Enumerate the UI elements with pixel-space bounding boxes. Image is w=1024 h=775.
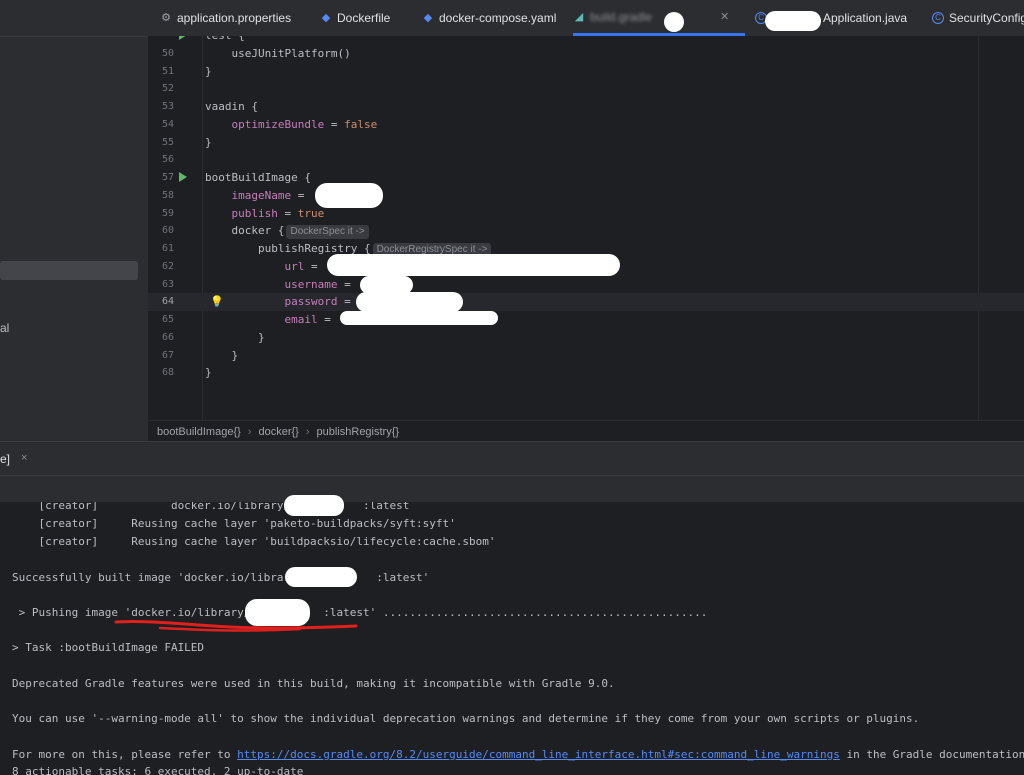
console-line: > Task :bootBuildImage FAILED <box>12 641 205 654</box>
redaction-mark <box>356 292 463 312</box>
redaction-mark <box>765 11 821 31</box>
code-line: 63 username = <box>161 278 358 291</box>
docker-icon: ◆ <box>321 12 331 24</box>
editor-tab-bar: ⚙ application.properties ◆ Dockerfile ◆ … <box>148 0 1024 37</box>
console-line: You can use '--warning-mode all' to show… <box>12 712 920 725</box>
console-line: For more on this, please refer to https:… <box>12 748 1024 761</box>
tab-application-properties[interactable]: ⚙ application.properties <box>160 0 291 36</box>
run-toolbar <box>0 475 1024 503</box>
inlay-hint: DockerSpec it -> <box>286 225 369 239</box>
run-tab-label[interactable]: e] <box>0 452 10 466</box>
redaction-mark <box>285 567 357 587</box>
class-icon: C <box>932 12 944 24</box>
code-line: 57 bootBuildImage { <box>161 171 311 184</box>
tab-build-gradle[interactable]: ◢ build.gradle ✕ <box>573 0 745 36</box>
tab-label: docker-compose.yaml <box>439 11 557 25</box>
run-tool-window-header: e] × <box>0 441 1024 476</box>
console-line: [creator] docker.io/library/ :latest <box>12 502 410 512</box>
redaction-mark <box>327 254 620 276</box>
chevron-right-icon: › <box>247 425 252 438</box>
gradle-docs-link[interactable]: https://docs.gradle.org/8.2/userguide/co… <box>237 748 840 761</box>
tab-dockerfile[interactable]: ◆ Dockerfile <box>320 0 391 36</box>
code-line: 55 } <box>161 136 212 149</box>
code-line: 56 <box>161 154 174 165</box>
console-output[interactable]: [creator] docker.io/library/ :latest [cr… <box>0 502 1024 775</box>
tab-label: application.properties <box>177 11 292 25</box>
code-line-current: 64 💡 password = <box>148 293 1024 311</box>
project-panel-header <box>0 0 148 37</box>
project-tree-selected-row[interactable] <box>0 261 138 280</box>
gradle-icon: ◢ <box>574 10 584 23</box>
redaction-mark <box>664 12 684 32</box>
console-line: Successfully built image 'docker.io/libr… <box>12 571 430 584</box>
code-line: test { <box>148 36 1024 45</box>
run-gutter-icon[interactable] <box>179 172 187 182</box>
console-line: 8 actionable tasks: 6 executed, 2 up-to-… <box>12 765 304 775</box>
tab-label: build.gradle <box>590 9 653 24</box>
gear-icon: ⚙ <box>161 12 171 24</box>
code-line: 50 useJUnitPlatform() <box>161 47 351 60</box>
code-line: 66 } <box>161 331 265 344</box>
code-line: 58 imageName = <box>161 189 311 202</box>
tab-docker-compose[interactable]: ◆ docker-compose.yaml <box>422 0 557 36</box>
breadcrumb-item[interactable]: docker{} <box>258 426 298 438</box>
breadcrumb-item[interactable]: publishRegistry{} <box>317 426 400 438</box>
code-line: 60 docker {DockerSpec it -> <box>148 222 1024 240</box>
redaction-mark <box>284 495 344 516</box>
red-underline-annotation <box>114 620 358 632</box>
code-line: 51 } <box>161 65 212 78</box>
redaction-mark <box>315 183 383 208</box>
docker-icon: ◆ <box>423 12 433 24</box>
run-gutter-icon[interactable] <box>179 36 187 40</box>
code-editor[interactable]: test { 50 useJUnitPlatform() 51 } 52 53 … <box>148 36 1024 420</box>
project-tree-fragment: al <box>0 321 10 335</box>
redaction-mark <box>340 311 498 325</box>
code-line: 65 email = <box>161 313 338 326</box>
code-line: 68 } <box>161 366 212 379</box>
chevron-right-icon: › <box>305 425 310 438</box>
code-line: 52 <box>161 83 174 94</box>
tab-label: Dockerfile <box>337 11 391 25</box>
tab-label: SecurityConfig <box>949 11 1024 25</box>
console-line: Deprecated Gradle features were used in … <box>12 677 615 690</box>
code-line: 53 vaadin { <box>161 100 258 113</box>
close-icon[interactable]: ✕ <box>720 10 729 23</box>
project-panel: al <box>0 0 149 441</box>
code-line: 59 publish = true <box>161 207 325 220</box>
tab-label: Application.java <box>823 11 908 25</box>
console-line: [creator] Reusing cache layer 'buildpack… <box>12 535 496 548</box>
code-line: 67 } <box>161 349 239 362</box>
tab-security-config[interactable]: C SecurityConfig <box>932 0 1024 36</box>
console-line: [creator] Reusing cache layer 'paketo-bu… <box>12 517 456 530</box>
breadcrumb-item[interactable]: bootBuildImage{} <box>157 426 241 438</box>
code-line: 54 optimizeBundle = false <box>161 118 378 131</box>
close-icon[interactable]: × <box>21 452 27 464</box>
breadcrumb: bootBuildImage{} › docker{} › publishReg… <box>148 420 1024 442</box>
